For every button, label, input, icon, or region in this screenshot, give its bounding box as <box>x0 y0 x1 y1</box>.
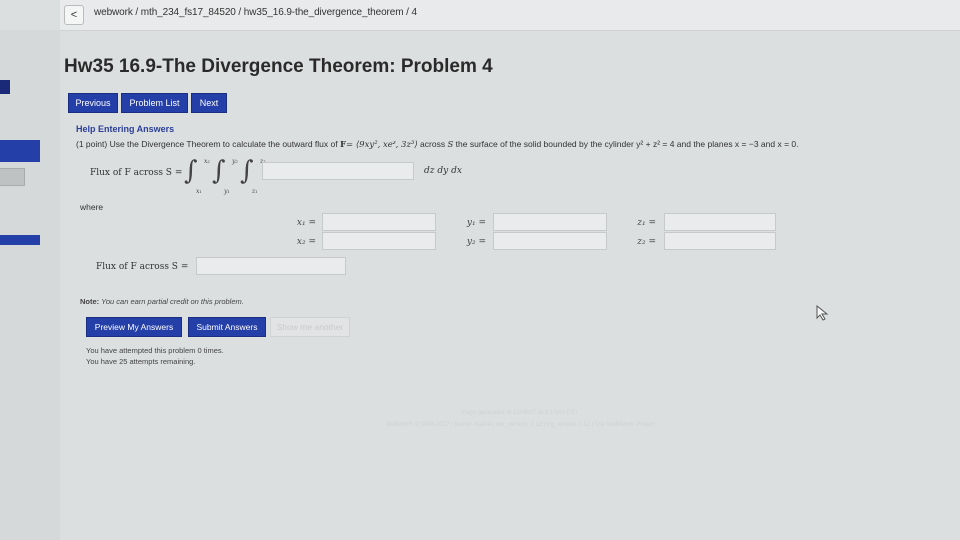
footer-generated: Page generated at 12/06/17 at 3:17pm EST <box>461 410 579 416</box>
z2-label: z₂ = <box>637 237 656 247</box>
integral-upper-2: y₂ <box>232 158 238 165</box>
y1-label: y₁ = <box>466 218 486 228</box>
z2-input[interactable] <box>664 232 776 250</box>
integral-upper-1: x₂ <box>204 158 210 165</box>
integral-lower-2: y₁ <box>224 188 230 195</box>
submit-answers-button[interactable]: Submit Answers <box>188 317 266 337</box>
page-title: Hw35 16.9-The Divergence Theorem: Proble… <box>64 56 493 77</box>
x2-label: x₂ = <box>296 237 316 247</box>
where-label: where <box>80 202 104 212</box>
sidebar-item-link[interactable] <box>0 235 40 245</box>
left-sidebar <box>0 30 60 540</box>
problem-points: (1 point) <box>76 139 108 149</box>
y2-input[interactable] <box>493 232 607 250</box>
flux-label: Flux of F across S = <box>90 168 183 178</box>
integral-lower-1: x₁ <box>196 188 202 195</box>
problem-statement: (1 point) Use the Divergence Theorem to … <box>76 139 799 150</box>
problem-rest: the surface of the solid bounded by the … <box>455 139 799 149</box>
integral-sign-3: ∫ <box>240 156 254 186</box>
previous-button[interactable]: Previous <box>68 93 118 113</box>
sidebar-item-toggle[interactable] <box>0 168 25 186</box>
sidebar-marker <box>0 80 10 94</box>
mouse-cursor-icon <box>816 304 830 326</box>
problem-across: across <box>420 139 446 149</box>
problem-prefix: Use the Divergence Theorem to calculate … <box>109 139 338 149</box>
footer-credits: WeBWorK © 1996-2017 | theme: math4 | ww_… <box>385 422 655 428</box>
integral-sign-2: ∫ <box>212 156 226 186</box>
integral-sign-1: ∫ <box>184 156 198 186</box>
flux-final-label: Flux of F across S = <box>96 262 189 272</box>
flux-answer-input[interactable] <box>196 257 346 275</box>
note-label: Note: <box>80 297 100 306</box>
vector-field: = ⟨9xy², xeᶻ, 3z³⟩ <box>346 140 418 150</box>
y1-input[interactable] <box>493 213 607 231</box>
breadcrumb-path[interactable]: webwork / mth_234_fs17_84520 / hw35_16.9… <box>94 7 417 18</box>
show-another-button[interactable]: Show me another <box>270 317 350 337</box>
integrand-input[interactable] <box>262 162 414 180</box>
integral-lower-3: z₁ <box>252 188 258 195</box>
z1-input[interactable] <box>664 213 776 231</box>
note-text: You can earn partial credit on this prob… <box>101 297 244 306</box>
x1-label: x₁ = <box>296 218 316 228</box>
preview-answers-button[interactable]: Preview My Answers <box>86 317 182 337</box>
help-entering-answers-link[interactable]: Help Entering Answers <box>76 124 174 134</box>
sidebar-item-active[interactable] <box>0 140 40 162</box>
x2-input[interactable] <box>322 232 436 250</box>
z1-label: z₁ = <box>637 218 656 228</box>
attempts-remaining: You have 25 attempts remaining. <box>86 357 196 366</box>
differentials: dz dy dx <box>424 166 462 176</box>
note: Note: You can earn partial credit on thi… <box>80 297 244 306</box>
problem-list-button[interactable]: Problem List <box>121 93 188 113</box>
attempts-taken: You have attempted this problem 0 times. <box>86 346 224 355</box>
breadcrumb: < webwork / mth_234_fs17_84520 / hw35_16… <box>60 0 960 31</box>
y2-label: y₂ = <box>466 237 486 247</box>
next-button[interactable]: Next <box>191 93 227 113</box>
back-button[interactable]: < <box>64 5 84 25</box>
surface-symbol: S <box>447 140 454 150</box>
x1-input[interactable] <box>322 213 436 231</box>
